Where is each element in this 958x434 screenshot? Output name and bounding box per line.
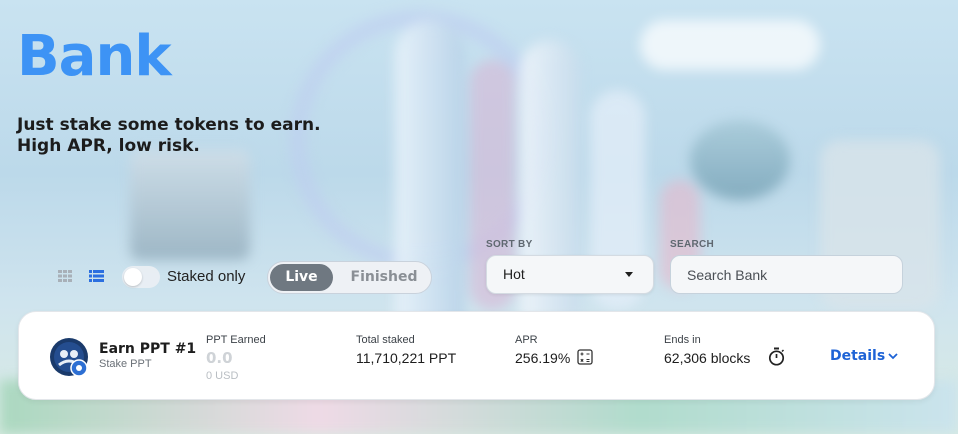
subtitle-line-2: High APR, low risk.: [17, 136, 200, 156]
sort-select[interactable]: Hot: [486, 255, 654, 294]
calculator-icon[interactable]: [577, 349, 593, 365]
list-view-icon[interactable]: [89, 270, 104, 282]
sort-selected-value: Hot: [503, 266, 525, 282]
subtitle-line-1: Just stake some tokens to earn.: [17, 115, 321, 135]
ends-in-value: 62,306 blocks: [664, 350, 751, 366]
page-title: Bank: [17, 24, 172, 89]
page-subtitle: Just stake some tokens to earn. High APR…: [17, 115, 417, 157]
earned-value: 0.0: [206, 349, 233, 367]
sort-by-label: SORT BY: [486, 239, 533, 250]
details-button[interactable]: Details: [830, 348, 885, 364]
staked-only-label: Staked only: [167, 268, 246, 285]
live-finished-tabs: Live Finished: [267, 261, 432, 294]
tab-live[interactable]: Live: [270, 264, 333, 291]
toggle-knob: [124, 268, 142, 286]
ends-in-label: Ends in: [664, 334, 701, 346]
search-label: SEARCH: [670, 239, 715, 250]
search-input[interactable]: [670, 255, 903, 294]
earned-usd: 0 USD: [206, 370, 239, 382]
ppt-token-logo-icon: [50, 338, 88, 377]
chevron-down-icon[interactable]: [888, 352, 898, 360]
grid-view-icon[interactable]: [58, 270, 72, 282]
tab-finished[interactable]: Finished: [340, 264, 428, 291]
apr-value: 256.19%: [515, 350, 571, 366]
total-staked-value: 11,710,221 PPT: [356, 350, 457, 366]
earned-label: PPT Earned: [206, 334, 266, 346]
apr-label: APR: [515, 334, 538, 346]
staked-only-toggle[interactable]: [122, 266, 160, 288]
timer-icon: [768, 347, 785, 366]
pool-subtitle: Stake PPT: [99, 358, 152, 370]
pool-row[interactable]: Earn PPT #1 Stake PPT PPT Earned 0.0 0 U…: [18, 311, 935, 400]
total-staked-label: Total staked: [356, 334, 415, 346]
pool-name: Earn PPT #1: [99, 341, 197, 357]
caret-down-icon: [625, 272, 633, 277]
